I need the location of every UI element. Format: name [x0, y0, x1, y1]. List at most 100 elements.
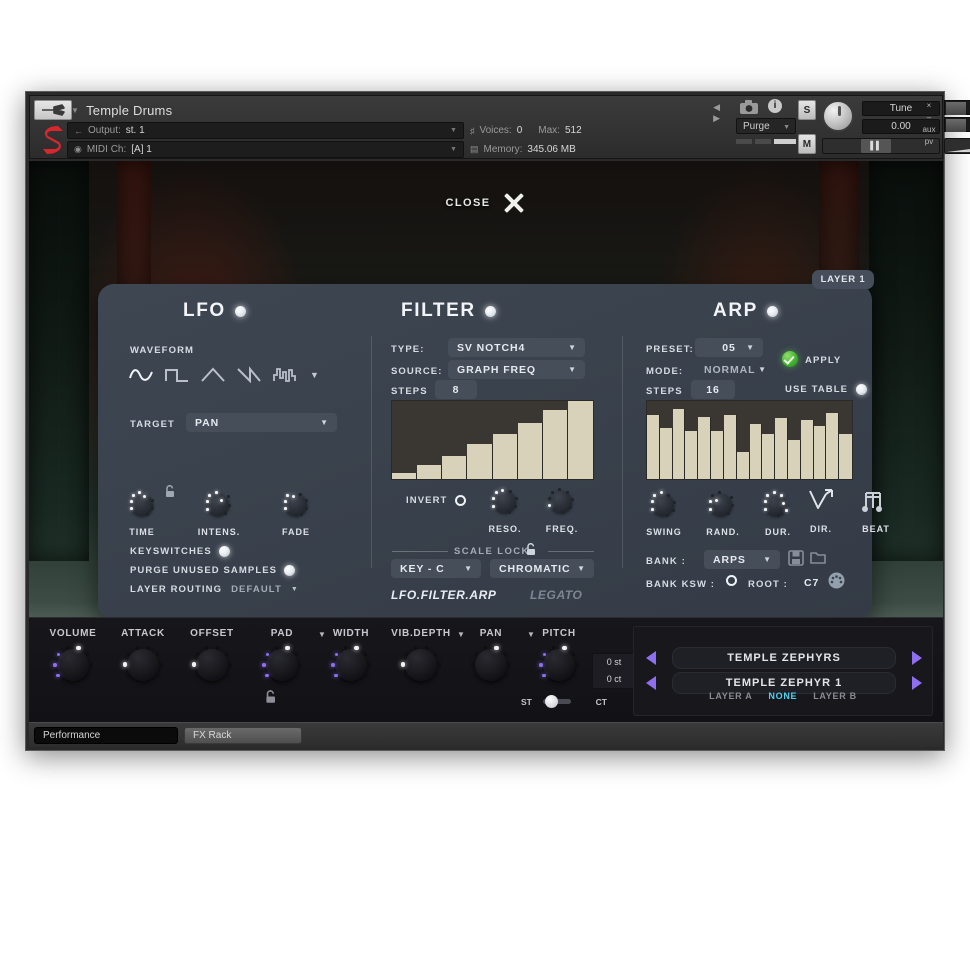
performance-knob-offset[interactable] [190, 643, 234, 687]
lock-open-icon[interactable] [265, 690, 277, 704]
square-wave-icon[interactable] [164, 364, 190, 386]
layer-routing-row[interactable]: LAYER ROUTING DEFAULT ▼ [130, 584, 298, 595]
arp-steps-value[interactable]: 16 [691, 380, 735, 399]
waveform-selector[interactable]: ▼ [128, 364, 319, 386]
graph-bar[interactable] [442, 456, 467, 479]
lfo-power-led[interactable] [235, 306, 246, 317]
save-icon[interactable] [788, 550, 804, 566]
performance-knob-volume[interactable] [51, 643, 95, 687]
minimize-icon[interactable]: – [918, 113, 940, 122]
graph-bar[interactable] [762, 434, 775, 479]
arp-root-value[interactable]: C7 [795, 573, 825, 592]
graph-bar[interactable] [568, 401, 593, 479]
purge-unused-row[interactable]: PURGE UNUSED SAMPLES [130, 565, 295, 576]
use-table-row[interactable]: USE TABLE [785, 384, 867, 395]
tune-knob[interactable] [822, 100, 854, 132]
graph-bar[interactable] [711, 431, 724, 479]
beat-note-icon[interactable] [861, 488, 889, 516]
pan-slider-handle[interactable]: ▌▌ [861, 139, 891, 153]
keyswitches-row[interactable]: KEYSWITCHES [130, 546, 230, 557]
solo-button[interactable]: S [798, 100, 816, 120]
bank-row[interactable]: TEMPLE ZEPHYRS [646, 647, 922, 669]
filter-step-graph[interactable] [391, 400, 594, 480]
performance-knob-pad[interactable] [260, 643, 304, 687]
pitch-readout[interactable]: 0 st 0 ct [592, 653, 636, 689]
mute-button[interactable]: M [798, 134, 816, 154]
filter-freq-knob[interactable] [546, 487, 576, 517]
filter-steps-value[interactable]: 8 [435, 380, 477, 399]
next-preset-icon[interactable] [912, 676, 922, 690]
target-selector[interactable]: PAN ▼ [186, 413, 337, 432]
filter-type-selector[interactable]: SV NOTCH4 ▼ [448, 338, 585, 357]
graph-bar[interactable] [660, 428, 673, 479]
graph-bar[interactable] [775, 418, 788, 479]
graph-bar[interactable] [698, 417, 711, 479]
graph-bar[interactable] [467, 444, 492, 479]
st-ct-toggle[interactable]: ST CT [521, 695, 607, 711]
random-wave-icon[interactable] [272, 364, 298, 386]
close-icon[interactable] [502, 191, 526, 215]
prev-bank-icon[interactable] [646, 651, 656, 665]
graph-bar[interactable] [518, 423, 543, 479]
graph-bar[interactable] [839, 434, 852, 479]
keyswitches-toggle[interactable] [219, 546, 230, 557]
folder-open-icon[interactable] [810, 550, 827, 566]
graph-bar[interactable] [737, 452, 750, 479]
graph-bar[interactable] [750, 424, 763, 479]
graph-bar[interactable] [788, 440, 801, 479]
midi-port-icon[interactable] [828, 572, 845, 589]
arp-step-table-graph[interactable] [646, 400, 853, 480]
filter-source-selector[interactable]: GRAPH FREQ ▼ [448, 360, 585, 379]
invert-toggle[interactable] [455, 495, 466, 506]
arp-power-led[interactable] [767, 306, 778, 317]
close-bar[interactable]: CLOSE [29, 183, 943, 223]
output-selector[interactable]: ← Output: st. 1 ▼ [67, 122, 464, 139]
lock-open-icon[interactable] [165, 485, 176, 498]
saw-wave-icon[interactable] [236, 364, 262, 386]
prev-preset-icon[interactable] [646, 676, 656, 690]
performance-knob-width[interactable] [329, 643, 373, 687]
graph-bar[interactable] [392, 473, 417, 479]
layer-routing-value[interactable]: DEFAULT [231, 584, 282, 595]
performance-knob-vib-depth[interactable] [399, 643, 443, 687]
graph-bar[interactable] [417, 465, 442, 479]
pv-button[interactable]: pv [918, 137, 940, 146]
scale-key-selector[interactable]: KEY - C ▼ [391, 559, 481, 578]
arp-mode-selector[interactable]: NORMAL ▼ [695, 360, 775, 379]
filter-reso-knob[interactable] [490, 487, 520, 517]
graph-bar[interactable] [724, 415, 737, 479]
bank-name[interactable]: TEMPLE ZEPHYRS [672, 647, 896, 669]
close-icon[interactable]: × [918, 101, 940, 110]
legato-tab[interactable]: LEGATO [530, 588, 583, 602]
invert-row[interactable]: INVERT [406, 495, 466, 506]
graph-bar[interactable] [647, 415, 660, 479]
arp-swing-knob[interactable] [648, 490, 678, 520]
purge-unused-toggle[interactable] [284, 565, 295, 576]
graph-bar[interactable] [543, 410, 568, 479]
graph-bar[interactable] [814, 426, 827, 479]
graph-bar[interactable] [493, 434, 518, 479]
info-icon[interactable]: i [768, 99, 782, 113]
midi-channel-selector[interactable]: ◉ MIDI Ch: [A] 1 ▼ [67, 141, 464, 158]
scale-type-selector[interactable]: CHROMATIC ▼ [490, 559, 594, 578]
lfo-time-knob[interactable] [127, 490, 157, 520]
tab-fx-rack[interactable]: FX Rack [184, 727, 302, 744]
apply-checkbox[interactable] [782, 351, 798, 367]
layer-a-button[interactable]: LAYER A [709, 691, 752, 701]
graph-bar[interactable] [826, 413, 839, 479]
next-bank-icon[interactable] [912, 651, 922, 665]
performance-knob-pan[interactable] [469, 643, 513, 687]
lfo-filter-arp-tab[interactable]: LFO.FILTER.ARP [391, 588, 497, 602]
none-indicator[interactable]: NONE [768, 691, 797, 701]
volume-slider[interactable]: ▶ [944, 138, 970, 154]
arp-preset-selector[interactable]: 05 ▼ [695, 338, 763, 357]
lock-open-icon[interactable] [526, 543, 537, 556]
purge-menu[interactable]: Purge ▼ [736, 118, 796, 134]
snapshot-camera-icon[interactable] [740, 100, 758, 114]
arp-bank-selector[interactable]: ARPS ▼ [704, 550, 780, 569]
performance-knob-pitch[interactable] [537, 643, 581, 687]
performance-knob-attack[interactable] [121, 643, 165, 687]
wrench-icon[interactable] [34, 100, 72, 120]
arp-rand-knob[interactable] [706, 490, 736, 520]
use-table-toggle[interactable] [856, 384, 867, 395]
